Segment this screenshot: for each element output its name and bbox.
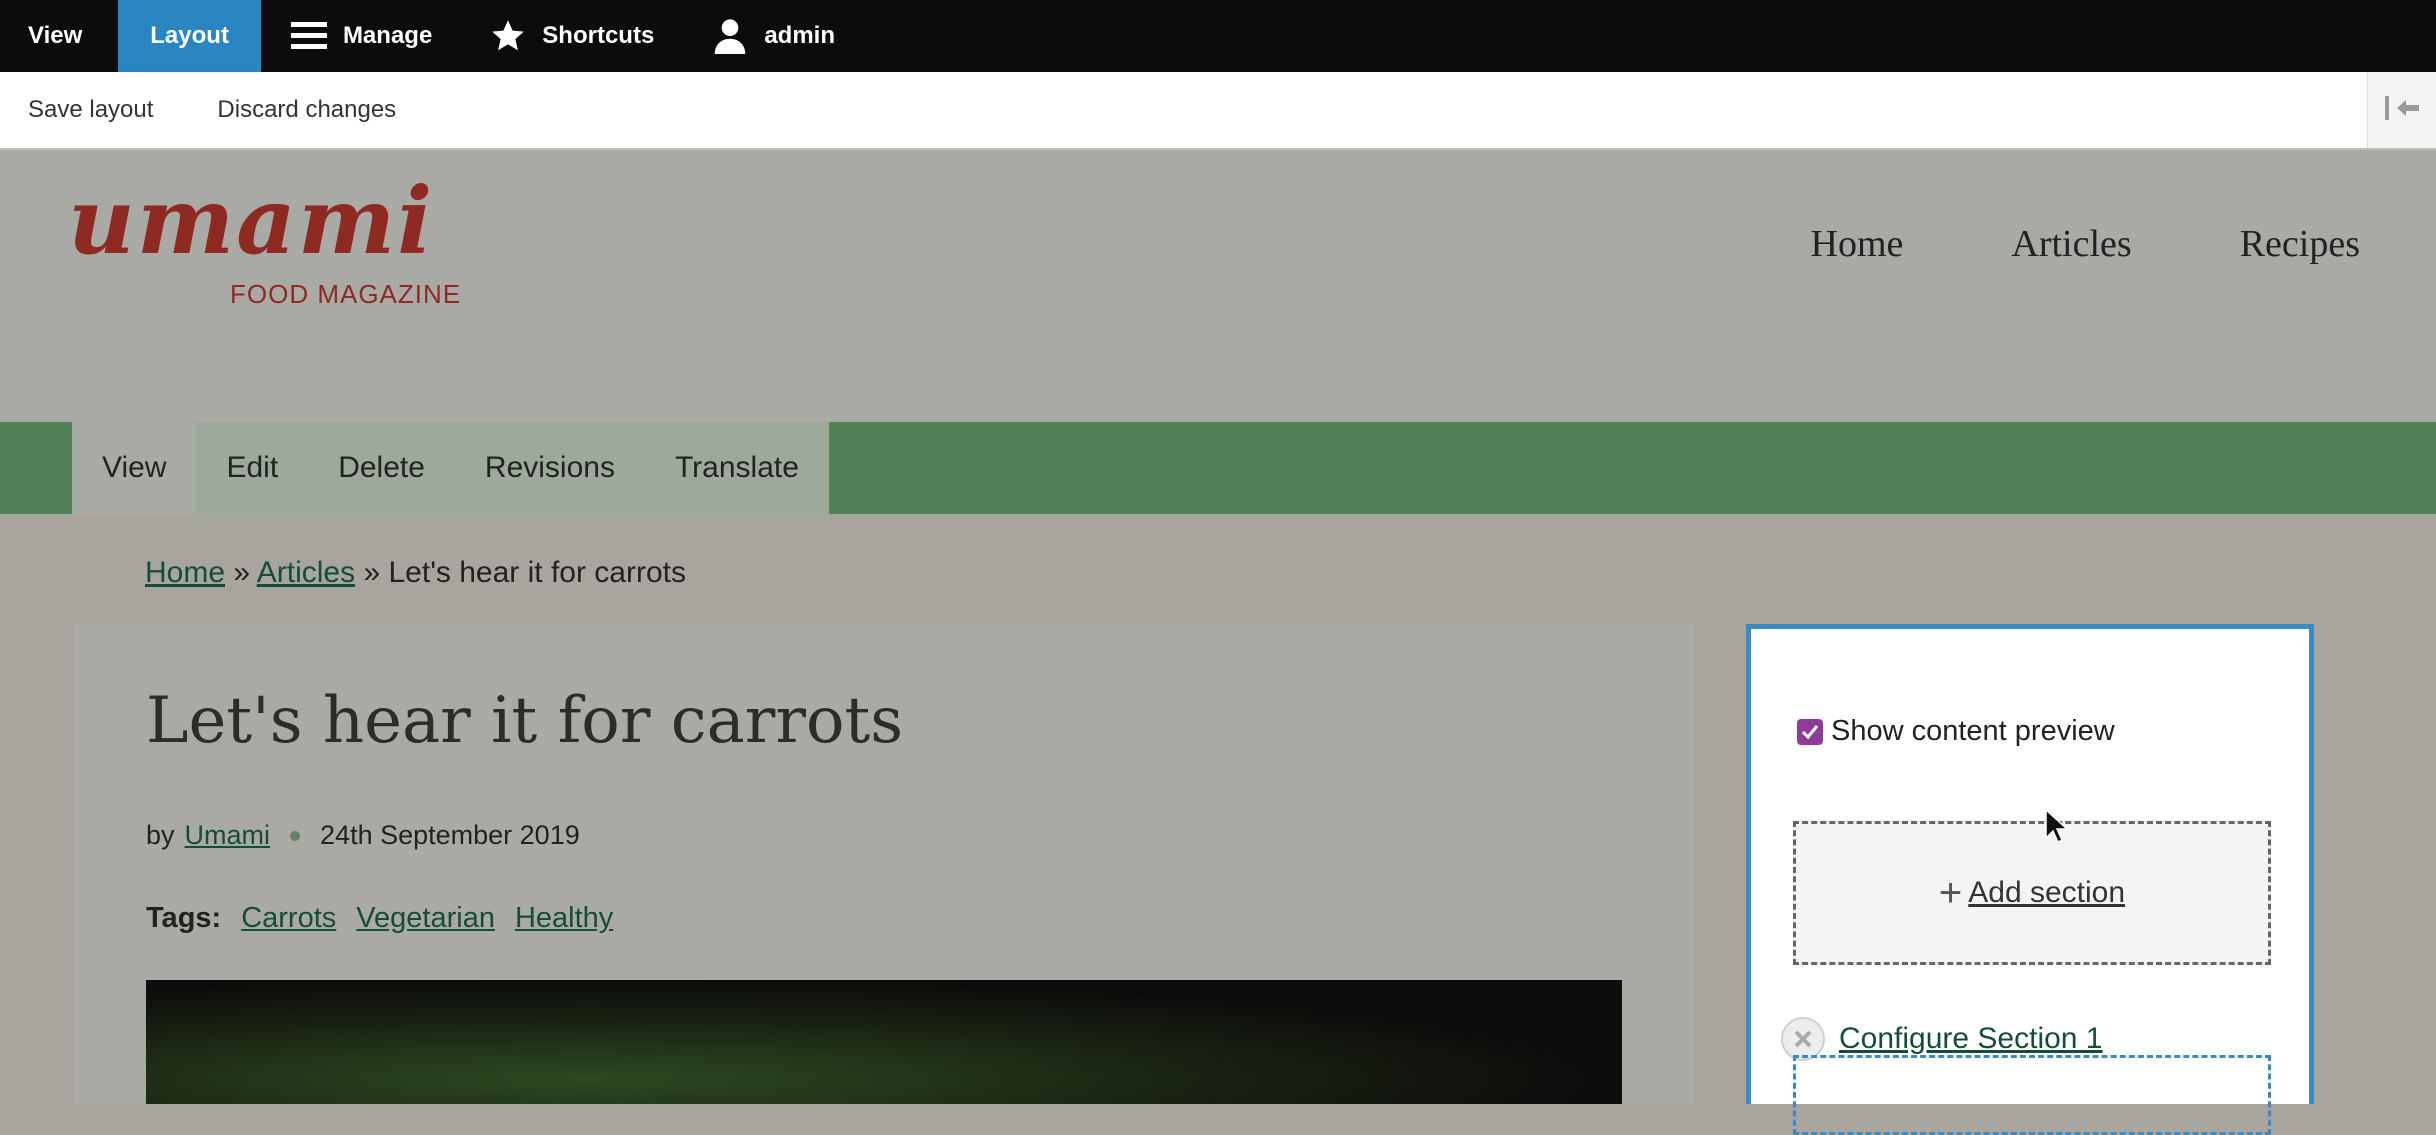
breadcrumb-separator: » [363,556,381,589]
discard-changes-button[interactable]: Discard changes [189,96,424,124]
preview-checkbox[interactable] [1797,718,1823,745]
section-region [1793,1055,2271,1135]
toolbar-admin-label: admin [764,22,835,49]
tag-link[interactable]: Carrots [241,902,336,935]
logo-wordmark: umami [68,167,435,275]
star-icon [488,16,528,56]
article-meta: by Umami 24th September 2019 [146,820,580,851]
breadcrumb-current: Let's hear it for carrots [388,556,686,589]
nav-home[interactable]: Home [1811,222,1904,266]
checkmark-icon [1801,724,1819,739]
breadcrumb: Home » Articles » Let's hear it for carr… [145,556,686,590]
toolbar-view[interactable]: View [0,0,118,72]
layout-tray: Save layout Discard changes [0,72,2436,150]
plus-icon: + [1938,871,1963,915]
content-preview-toggle[interactable]: Show content preview [1797,715,2115,748]
preview-label: Show content preview [1831,715,2115,747]
article-content: Let's hear it for carrots by Umami 24th … [74,624,1694,1104]
article-date: 24th September 2019 [320,820,580,850]
tags-label: Tags: [146,902,222,934]
tray-orientation-toggle[interactable] [2367,72,2436,148]
tab-view[interactable]: View [72,422,197,514]
admin-toolbar: View Layout Manage Shortcuts admin [0,0,2436,72]
toolbar-view-label: View [28,22,83,49]
nav-articles[interactable]: Articles [2011,222,2131,266]
layout-builder-panel: Show content preview + Add section Confi… [1746,624,2314,1135]
toolbar-layout[interactable]: Layout [118,0,261,72]
mouse-cursor-icon [2044,808,2069,849]
toolbar-shortcuts[interactable]: Shortcuts [460,0,682,72]
configure-section-link[interactable]: Configure Section 1 [1839,1022,2103,1056]
toolbar-shortcuts-label: Shortcuts [542,22,655,49]
tab-translate[interactable]: Translate [645,422,829,514]
tag-link[interactable]: Vegetarian [356,902,495,935]
page-title: Let's hear it for carrots [146,684,904,758]
article-tags: Tags: Carrots Vegetarian Healthy [146,902,633,935]
breadcrumb-articles[interactable]: Articles [257,556,355,589]
toolbar-admin-user[interactable]: admin [682,0,863,72]
tab-revisions[interactable]: Revisions [455,422,645,514]
user-icon [710,16,750,56]
toolbar-manage[interactable]: Manage [261,0,460,72]
site-logo[interactable]: umami FOOD MAGAZINE [68,167,460,309]
local-tasks-bar: View Edit Delete Revisions Translate [0,422,2436,514]
meta-dot-icon [290,830,301,841]
author-link[interactable]: Umami [185,820,271,851]
toolbar-layout-label: Layout [150,22,229,49]
add-section-label: Add section [1968,876,2126,909]
main-navigation: Home Articles Recipes [1811,222,2360,266]
hero-image [146,980,1622,1104]
add-section-button[interactable]: + Add section [1793,821,2271,965]
toolbar-manage-label: Manage [342,22,433,49]
close-icon [1794,1030,1812,1048]
save-layout-button[interactable]: Save layout [0,96,189,124]
tab-delete[interactable]: Delete [308,422,455,514]
breadcrumb-home[interactable]: Home [145,556,225,589]
collapse-left-icon [2385,95,2419,125]
tab-edit[interactable]: Edit [196,422,308,514]
logo-subtitle: FOOD MAGAZINE [230,279,462,309]
byline-label: by [146,820,175,850]
nav-recipes[interactable]: Recipes [2240,222,2360,266]
tag-link[interactable]: Healthy [515,902,613,935]
hamburger-icon [289,16,329,56]
breadcrumb-separator: » [233,556,251,589]
local-tasks: View Edit Delete Revisions Translate [72,422,829,514]
